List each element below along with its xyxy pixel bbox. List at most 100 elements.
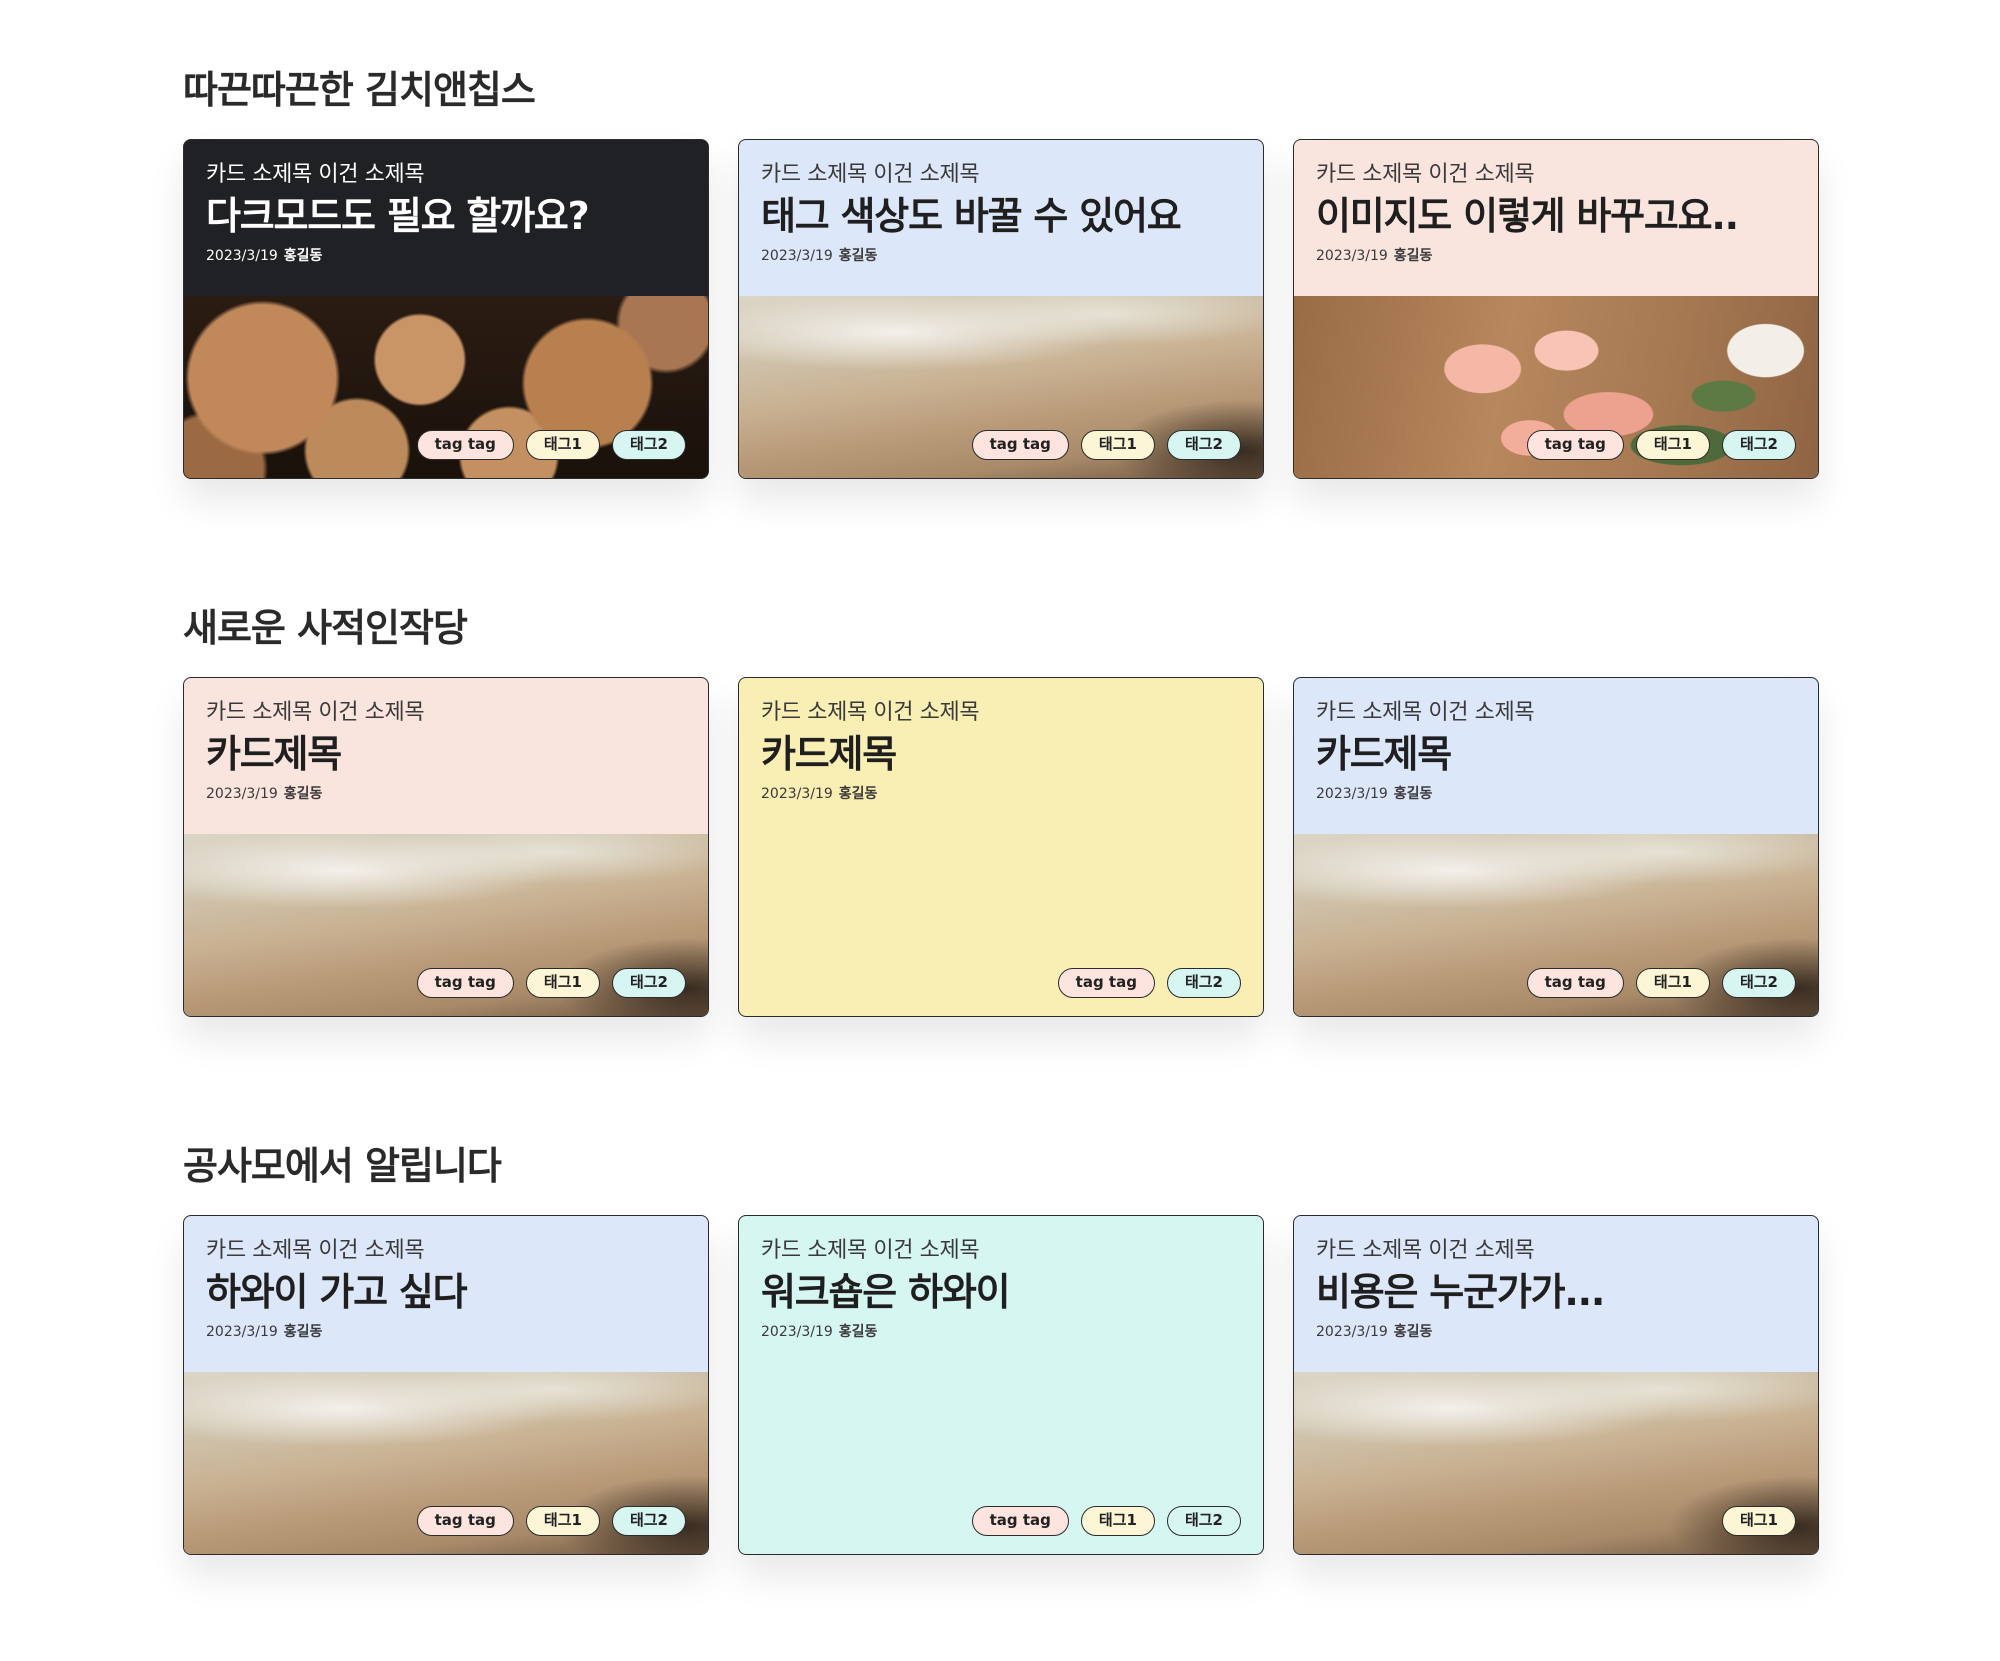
tag-chip[interactable]: tag tag xyxy=(416,430,514,460)
card[interactable]: 카드 소제목 이건 소제목 카드제목 2023/3/19 홍길동 tag tag 태… xyxy=(738,677,1264,1017)
tag-list: tag tag 태그1 태그2 xyxy=(1526,968,1796,998)
tag-chip[interactable]: 태그2 xyxy=(1166,430,1241,460)
card-subtitle: 카드 소제목 이건 소제목 xyxy=(761,1238,980,1263)
tag-list: tag tag 태그1 태그2 xyxy=(416,430,686,460)
card-meta: 2023/3/19 홍길동 xyxy=(206,1322,686,1342)
card-date: 2023/3/19 xyxy=(1316,786,1388,802)
tag-chip[interactable]: 태그2 xyxy=(1166,1506,1241,1536)
card[interactable]: 카드 소제목 이건 소제목 다크모드도 필요 할까요? 2023/3/19 홍길동… xyxy=(183,139,709,479)
card-date: 2023/3/19 xyxy=(761,786,833,802)
card-title: 카드제목 xyxy=(1316,732,1452,776)
card-header: 카드 소제목 이건 소제목 워크숍은 하와이 2023/3/19 홍길동 xyxy=(739,1216,1263,1372)
tag-chip[interactable]: 태그2 xyxy=(611,1506,686,1536)
section-3: 공사모에서 알립니다 카드 소제목 이건 소제목 하와이 가고 싶다 2023/… xyxy=(183,1136,1823,1555)
tag-list: tag tag 태그1 태그2 xyxy=(971,1506,1241,1536)
card-author: 홍길동 xyxy=(1393,1324,1433,1340)
card-subtitle: 카드 소제목 이건 소제목 xyxy=(206,1238,425,1263)
card-subtitle: 카드 소제목 이건 소제목 xyxy=(1316,700,1535,725)
card-header: 카드 소제목 이건 소제목 태그 색상도 바꿀 수 있어요 2023/3/19 홍… xyxy=(739,140,1263,296)
card-date: 2023/3/19 xyxy=(206,1324,278,1340)
tag-chip[interactable]: 태그1 xyxy=(525,430,600,460)
card[interactable]: 카드 소제목 이건 소제목 태그 색상도 바꿀 수 있어요 2023/3/19 홍… xyxy=(738,139,1264,479)
card-meta: 2023/3/19 홍길동 xyxy=(761,784,1241,804)
tag-chip[interactable]: 태그1 xyxy=(1635,430,1710,460)
card-title: 카드제목 xyxy=(761,732,897,776)
card-header: 카드 소제목 이건 소제목 하와이 가고 싶다 2023/3/19 홍길동 xyxy=(184,1216,708,1372)
card-author: 홍길동 xyxy=(283,248,323,264)
card-date: 2023/3/19 xyxy=(1316,1324,1388,1340)
tag-chip[interactable]: 태그1 xyxy=(1635,968,1710,998)
card-title: 비용은 누군가가... xyxy=(1316,1270,1605,1314)
card-meta: 2023/3/19 홍길동 xyxy=(1316,246,1796,266)
card-row: 카드 소제목 이건 소제목 하와이 가고 싶다 2023/3/19 홍길동 tag… xyxy=(183,1215,1819,1555)
card[interactable]: 카드 소제목 이건 소제목 비용은 누군가가... 2023/3/19 홍길동 태… xyxy=(1293,1215,1819,1555)
card[interactable]: 카드 소제목 이건 소제목 워크숍은 하와이 2023/3/19 홍길동 tag … xyxy=(738,1215,1264,1555)
card-date: 2023/3/19 xyxy=(206,786,278,802)
card[interactable]: 카드 소제목 이건 소제목 이미지도 이렇게 바꾸고요.. 2023/3/19 홍… xyxy=(1293,139,1819,479)
card-title: 이미지도 이렇게 바꾸고요.. xyxy=(1316,194,1739,238)
tag-chip[interactable]: 태그1 xyxy=(1721,1506,1796,1536)
card-header: 카드 소제목 이건 소제목 카드제목 2023/3/19 홍길동 xyxy=(1294,678,1818,834)
card-subtitle: 카드 소제목 이건 소제목 xyxy=(761,700,980,725)
card-subtitle: 카드 소제목 이건 소제목 xyxy=(206,700,425,725)
card-title: 하와이 가고 싶다 xyxy=(206,1270,468,1314)
tag-chip[interactable]: tag tag xyxy=(1526,968,1624,998)
card-date: 2023/3/19 xyxy=(761,248,833,264)
section-title: 따끈따끈한 김치앤칩스 xyxy=(183,68,536,112)
tag-chip[interactable]: tag tag xyxy=(971,430,1069,460)
card-title: 다크모드도 필요 할까요? xyxy=(206,194,590,238)
tag-chip[interactable]: tag tag xyxy=(416,968,514,998)
card-author: 홍길동 xyxy=(1393,248,1433,264)
card-header: 카드 소제목 이건 소제목 카드제목 2023/3/19 홍길동 xyxy=(739,678,1263,834)
tag-list: tag tag 태그1 태그2 xyxy=(416,968,686,998)
tag-chip[interactable]: 태그1 xyxy=(1080,1506,1155,1536)
tag-list: tag tag 태그1 태그2 xyxy=(416,1506,686,1536)
tag-chip[interactable]: tag tag xyxy=(1526,430,1624,460)
card-meta: 2023/3/19 홍길동 xyxy=(206,246,686,266)
card-author: 홍길동 xyxy=(283,786,323,802)
section-title: 새로운 사적인작당 xyxy=(183,606,468,650)
tag-chip[interactable]: 태그2 xyxy=(1721,968,1796,998)
card-author: 홍길동 xyxy=(838,248,878,264)
card-date: 2023/3/19 xyxy=(206,248,278,264)
card-subtitle: 카드 소제목 이건 소제목 xyxy=(1316,162,1535,187)
card-author: 홍길동 xyxy=(838,786,878,802)
card-header: 카드 소제목 이건 소제목 비용은 누군가가... 2023/3/19 홍길동 xyxy=(1294,1216,1818,1372)
tag-chip[interactable]: tag tag xyxy=(971,1506,1069,1536)
tag-list: 태그1 xyxy=(1721,1506,1796,1536)
card-author: 홍길동 xyxy=(838,1324,878,1340)
card-meta: 2023/3/19 홍길동 xyxy=(1316,1322,1796,1342)
tag-chip[interactable]: tag tag xyxy=(1057,968,1155,998)
card-subtitle: 카드 소제목 이건 소제목 xyxy=(1316,1238,1535,1263)
card-title: 워크숍은 하와이 xyxy=(761,1270,1011,1314)
tag-list: tag tag 태그1 태그2 xyxy=(971,430,1241,460)
card[interactable]: 카드 소제목 이건 소제목 카드제목 2023/3/19 홍길동 tag tag 태… xyxy=(183,677,709,1017)
tag-chip[interactable]: 태그2 xyxy=(1166,968,1241,998)
card-subtitle: 카드 소제목 이건 소제목 xyxy=(206,162,425,187)
card-row: 카드 소제목 이건 소제목 카드제목 2023/3/19 홍길동 tag tag 태… xyxy=(183,677,1819,1017)
card-header: 카드 소제목 이건 소제목 다크모드도 필요 할까요? 2023/3/19 홍길동 xyxy=(184,140,708,296)
section-title: 공사모에서 알립니다 xyxy=(183,1144,502,1188)
card-meta: 2023/3/19 홍길동 xyxy=(761,1322,1241,1342)
card-author: 홍길동 xyxy=(283,1324,323,1340)
tag-chip[interactable]: 태그1 xyxy=(525,1506,600,1536)
card-header: 카드 소제목 이건 소제목 카드제목 2023/3/19 홍길동 xyxy=(184,678,708,834)
card[interactable]: 카드 소제목 이건 소제목 하와이 가고 싶다 2023/3/19 홍길동 tag… xyxy=(183,1215,709,1555)
card-author: 홍길동 xyxy=(1393,786,1433,802)
card-title: 태그 색상도 바꿀 수 있어요 xyxy=(761,194,1182,238)
card-title: 카드제목 xyxy=(206,732,342,776)
tag-chip[interactable]: 태그2 xyxy=(611,430,686,460)
card-date: 2023/3/19 xyxy=(761,1324,833,1340)
card-row: 카드 소제목 이건 소제목 다크모드도 필요 할까요? 2023/3/19 홍길동… xyxy=(183,139,1819,479)
tag-chip[interactable]: 태그2 xyxy=(1721,430,1796,460)
card-meta: 2023/3/19 홍길동 xyxy=(761,246,1241,266)
tag-list: tag tag 태그1 태그2 xyxy=(1526,430,1796,460)
card-meta: 2023/3/19 홍길동 xyxy=(1316,784,1796,804)
tag-list: tag tag 태그2 xyxy=(1057,968,1241,998)
tag-chip[interactable]: tag tag xyxy=(416,1506,514,1536)
tag-chip[interactable]: 태그1 xyxy=(525,968,600,998)
card-header: 카드 소제목 이건 소제목 이미지도 이렇게 바꾸고요.. 2023/3/19 홍… xyxy=(1294,140,1818,296)
card[interactable]: 카드 소제목 이건 소제목 카드제목 2023/3/19 홍길동 tag tag 태… xyxy=(1293,677,1819,1017)
tag-chip[interactable]: 태그1 xyxy=(1080,430,1155,460)
tag-chip[interactable]: 태그2 xyxy=(611,968,686,998)
